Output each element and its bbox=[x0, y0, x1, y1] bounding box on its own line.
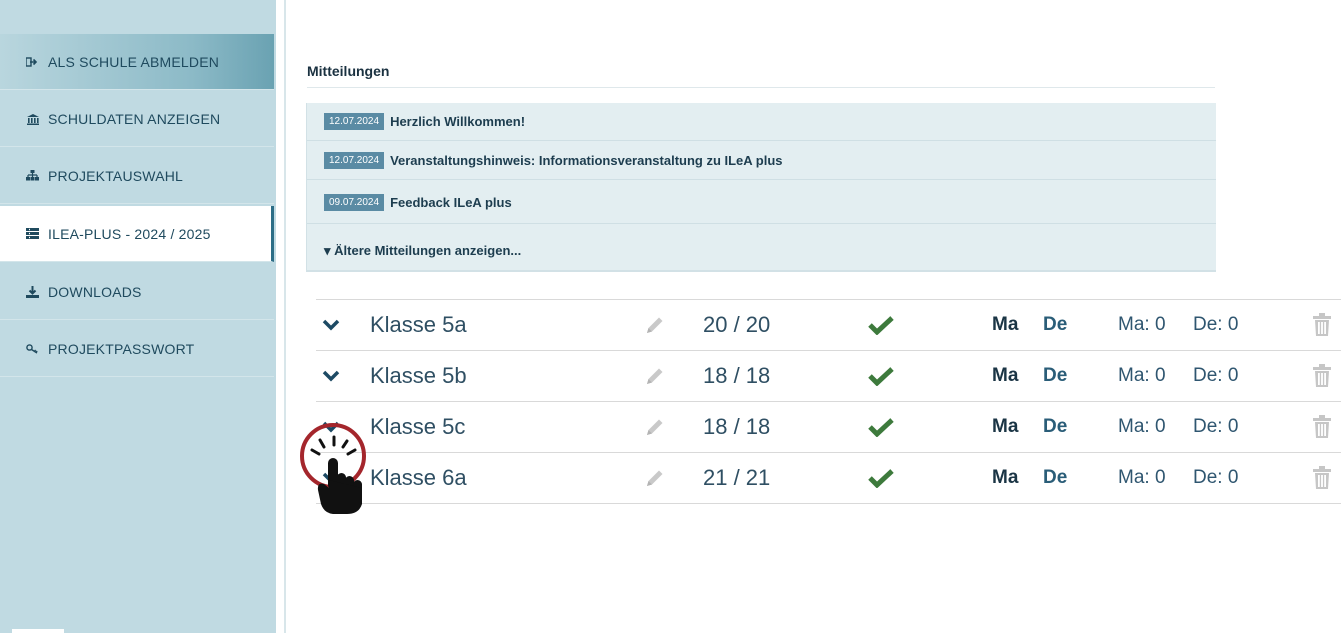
trash-icon[interactable] bbox=[1312, 300, 1332, 350]
score-de: De: 0 bbox=[1193, 365, 1239, 386]
message-date: 12.07.2024 bbox=[324, 152, 385, 169]
check-icon bbox=[868, 351, 894, 401]
class-table: Klasse 5a 20 / 20 Ma De Ma: 0 De: 0 Klas… bbox=[316, 299, 1341, 504]
subject-de-link[interactable]: De bbox=[1043, 453, 1067, 503]
score-ma: Ma: 0 bbox=[1118, 416, 1166, 437]
sidebar-item-school-data[interactable]: SCHULDATEN ANZEIGEN bbox=[0, 91, 274, 147]
trash-icon[interactable] bbox=[1312, 453, 1332, 503]
sidebar-item-downloads[interactable]: DOWNLOADS bbox=[0, 264, 274, 320]
table-row: Klasse 5b 18 / 18 Ma De Ma: 0 De: 0 bbox=[316, 351, 1341, 402]
chevron-down-icon[interactable] bbox=[322, 351, 346, 401]
class-name: Klasse 5c bbox=[370, 414, 466, 439]
trash-icon[interactable] bbox=[1312, 402, 1332, 452]
table-row: Klasse 5a 20 / 20 Ma De Ma: 0 De: 0 bbox=[316, 300, 1341, 351]
sidebar-item-label: SCHULDATEN ANZEIGEN bbox=[48, 110, 221, 127]
sidebar-item-label: PROJEKTAUSWAHL bbox=[48, 167, 184, 184]
chevron-down-icon[interactable] bbox=[322, 402, 346, 452]
key-icon bbox=[26, 343, 48, 354]
chevron-down-icon[interactable] bbox=[322, 453, 346, 503]
check-icon bbox=[868, 453, 894, 503]
check-icon bbox=[868, 402, 894, 452]
subject-ma-link[interactable]: Ma bbox=[992, 453, 1018, 503]
table-row: Klasse 6a 21 / 21 Ma De Ma: 0 De: 0 bbox=[316, 453, 1341, 504]
list-icon bbox=[26, 228, 48, 239]
sidebar-item-project-password[interactable]: PROJEKTPASSWORT bbox=[0, 321, 274, 377]
sign-out-icon bbox=[26, 56, 48, 67]
subject-ma-link[interactable]: Ma bbox=[992, 402, 1018, 452]
score-de: De: 0 bbox=[1193, 467, 1239, 488]
class-name: Klasse 5b bbox=[370, 363, 467, 388]
subject-de-link[interactable]: De bbox=[1043, 351, 1067, 401]
messages-heading: Mitteilungen bbox=[307, 63, 390, 79]
sidebar: ALS SCHULE ABMELDEN SCHULDATEN ANZEIGEN … bbox=[0, 0, 276, 633]
sidebar-item-label: DOWNLOADS bbox=[48, 283, 142, 300]
subject-de-link[interactable]: De bbox=[1043, 300, 1067, 350]
chevron-down-icon[interactable] bbox=[322, 300, 346, 350]
message-item[interactable]: 12.07.2024 Herzlich Willkommen! bbox=[307, 103, 1216, 141]
sidebar-item-label: PROJEKTPASSWORT bbox=[48, 340, 195, 357]
subject-de-link[interactable]: De bbox=[1043, 402, 1067, 452]
pencil-icon[interactable] bbox=[644, 402, 666, 452]
pencil-icon[interactable] bbox=[644, 453, 666, 503]
score-de: De: 0 bbox=[1193, 314, 1239, 335]
sidebar-divider bbox=[284, 0, 286, 633]
subject-ma-link[interactable]: Ma bbox=[992, 351, 1018, 401]
message-date: 09.07.2024 bbox=[324, 193, 385, 211]
message-date: 12.07.2024 bbox=[324, 113, 385, 130]
sidebar-item-logout[interactable]: ALS SCHULE ABMELDEN bbox=[0, 34, 274, 90]
sidebar-item-project-selection[interactable]: PROJEKTAUSWAHL bbox=[0, 148, 274, 204]
student-count: 21 / 21 bbox=[703, 465, 771, 490]
sidebar-bottom-tab bbox=[12, 629, 64, 633]
sidebar-item-ilea-plus[interactable]: ILEA-PLUS - 2024 / 2025 bbox=[0, 206, 274, 262]
message-title[interactable]: Herzlich Willkommen! bbox=[390, 114, 525, 129]
sidebar-item-label: ILEA-PLUS - 2024 / 2025 bbox=[48, 225, 211, 242]
student-count: 18 / 18 bbox=[703, 414, 771, 439]
older-messages-link[interactable]: ▾ Ältere Mitteilungen anzeigen... bbox=[324, 243, 521, 259]
student-count: 20 / 20 bbox=[703, 312, 771, 337]
class-name: Klasse 6a bbox=[370, 465, 467, 490]
message-item[interactable]: 12.07.2024 Veranstaltungshinweis: Inform… bbox=[307, 142, 1216, 180]
message-item[interactable]: 09.07.2024 Feedback ILeA plus bbox=[307, 181, 1216, 224]
subject-ma-link[interactable]: Ma bbox=[992, 300, 1018, 350]
pencil-icon[interactable] bbox=[644, 300, 666, 350]
pencil-icon[interactable] bbox=[644, 351, 666, 401]
messages-panel: 12.07.2024 Herzlich Willkommen! 12.07.20… bbox=[306, 103, 1216, 272]
download-icon bbox=[26, 285, 48, 298]
trash-icon[interactable] bbox=[1312, 351, 1332, 401]
message-title[interactable]: Veranstaltungshinweis: Informationsveran… bbox=[390, 153, 782, 168]
score-ma: Ma: 0 bbox=[1118, 314, 1166, 335]
table-row: Klasse 5c 18 / 18 Ma De Ma: 0 De: 0 bbox=[316, 402, 1341, 453]
score-ma: Ma: 0 bbox=[1118, 467, 1166, 488]
divider bbox=[307, 87, 1215, 88]
sidebar-item-label: ALS SCHULE ABMELDEN bbox=[48, 53, 220, 70]
message-title[interactable]: Feedback ILeA plus bbox=[390, 195, 512, 210]
class-name: Klasse 5a bbox=[370, 312, 467, 337]
score-de: De: 0 bbox=[1193, 416, 1239, 437]
score-ma: Ma: 0 bbox=[1118, 365, 1166, 386]
check-icon bbox=[868, 300, 894, 350]
institution-icon bbox=[26, 113, 48, 125]
sitemap-icon bbox=[26, 170, 48, 181]
student-count: 18 / 18 bbox=[703, 363, 771, 388]
